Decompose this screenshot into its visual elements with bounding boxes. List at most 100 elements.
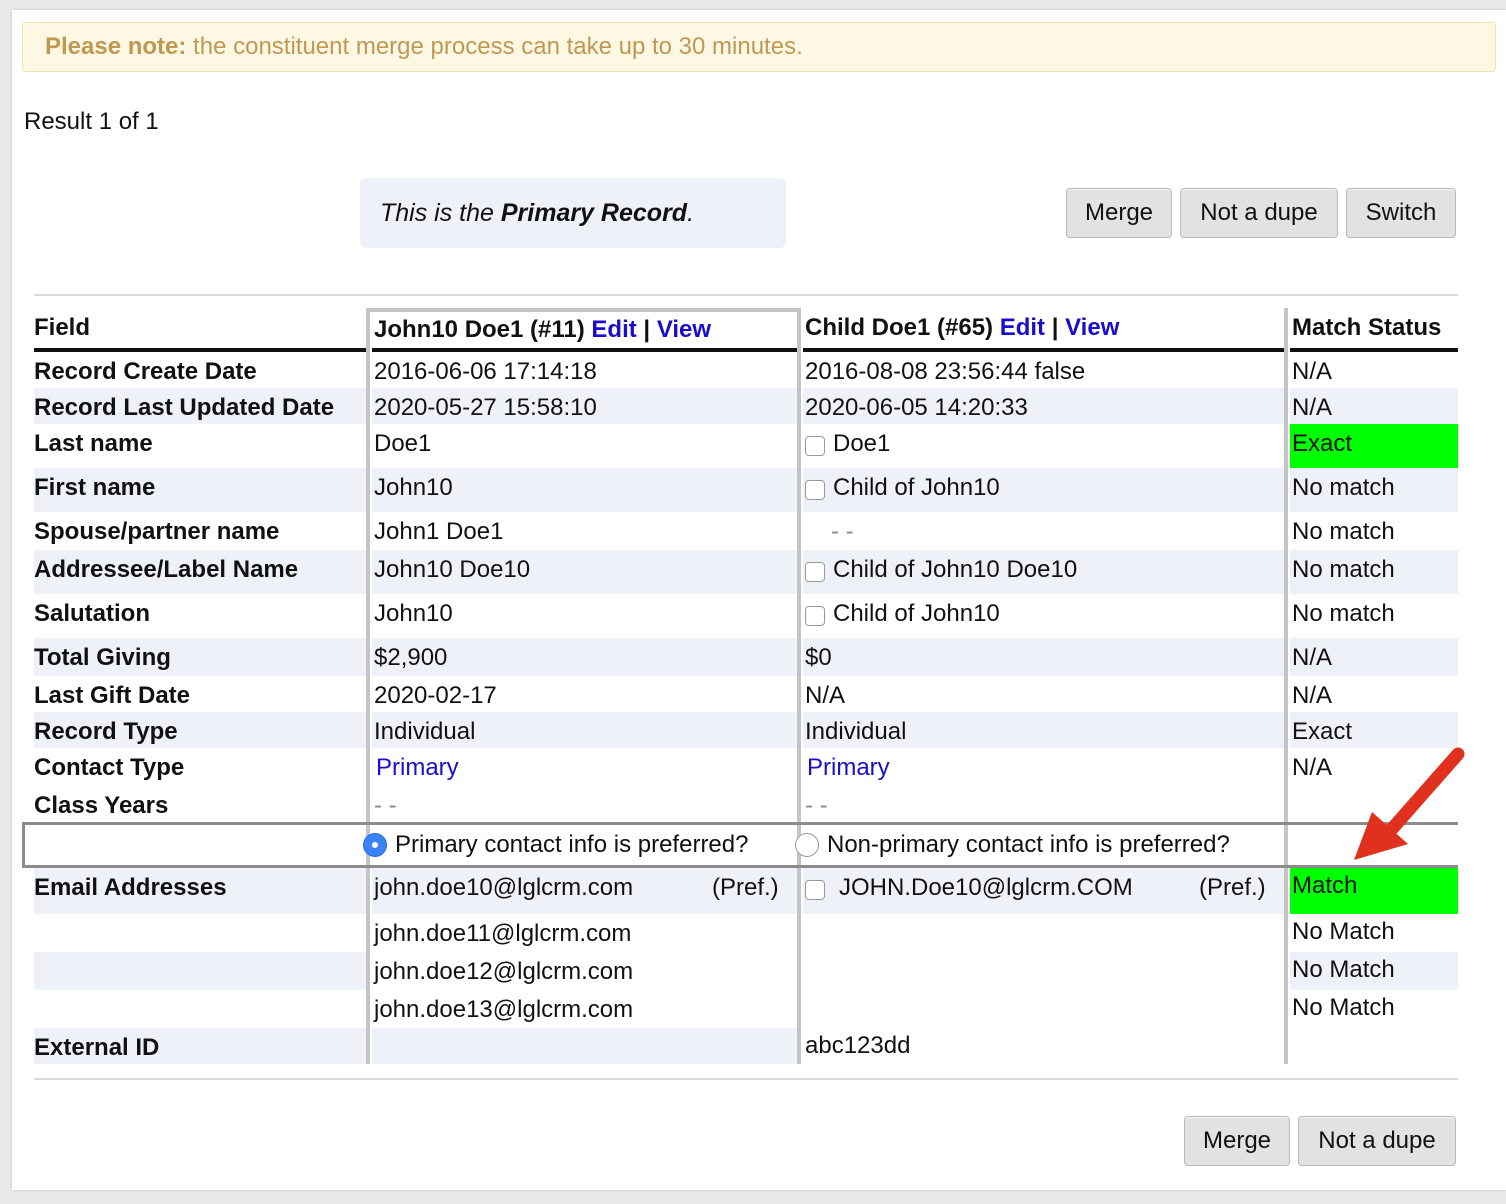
external-id-secondary: abc123dd	[803, 1028, 1284, 1064]
header-field: Field	[34, 312, 366, 352]
row-secondary-value: - -	[831, 518, 854, 545]
row-primary-value: Individual	[372, 712, 797, 748]
email-primary-2: john.doe11@lglcrm.com	[374, 920, 632, 947]
table-row: Record Type Individual Individual Exact	[22, 712, 1458, 748]
email-primary-value: john.doe10@lglcrm.com	[374, 874, 634, 901]
email-secondary-4	[803, 990, 1283, 1028]
table-row: Total Giving $2,900 $0 N/A	[22, 638, 1458, 676]
email-row: john.doe12@lglcrm.com No Match	[22, 952, 1458, 990]
row-secondary-value: - -	[805, 792, 828, 819]
row-field-label: Record Create Date	[34, 358, 257, 385]
header-primary: John10 Doe1 (#11) Edit | View	[372, 312, 797, 352]
table-row: First name John10 Child of John10 No match	[22, 468, 1458, 512]
table-row: Record Create Date 2016-06-06 17:14:18 201…	[22, 352, 1458, 388]
row-secondary-value: Child of John10 Doe10	[803, 550, 1284, 594]
row-secondary-value: Individual	[803, 712, 1284, 748]
email-primary-1: john.doe10@lglcrm.com (Pref.)	[372, 868, 797, 914]
row-secondary-value: 2016-08-08 23:56:44 false	[805, 358, 1086, 385]
row-match-status: N/A	[1290, 388, 1458, 424]
table-row: Spouse/partner name John1 Doe1 - - No match	[22, 512, 1458, 550]
secondary-text: Child of John10	[833, 474, 1000, 501]
row-primary-value: John10 Doe10	[372, 550, 797, 594]
row-secondary-value: Primary	[803, 748, 1284, 786]
row-primary-value: Primary	[372, 748, 797, 786]
secondary-pref-radio[interactable]	[795, 833, 819, 857]
keep-secondary-checkbox[interactable]	[805, 480, 825, 500]
secondary-pref-label: Non-primary contact info is preferred?	[827, 831, 1230, 858]
email-secondary-checkbox[interactable]	[805, 880, 825, 900]
row-field-label: Last name	[34, 430, 153, 457]
row-primary-value: Doe1	[374, 430, 432, 457]
notice-text: the constituent merge process can take u…	[186, 33, 803, 60]
merge-notice: Please note: the constituent merge proce…	[22, 22, 1496, 72]
banner-bold: Primary Record	[500, 199, 688, 227]
primary-edit-link[interactable]: Edit	[591, 316, 636, 343]
email-row: john.doe13@lglcrm.com No Match	[22, 990, 1458, 1028]
row-match-status: N/A	[1292, 358, 1333, 385]
external-id-row: External ID abc123dd	[22, 1028, 1458, 1064]
row-secondary-value: N/A	[805, 682, 846, 709]
email-secondary-1: JOHN.Doe10@lglcrm.COM (Pref.)	[803, 868, 1284, 914]
table-row: Contact Type Primary Primary N/A	[22, 748, 1458, 786]
email-field-empty	[34, 952, 366, 990]
email-match-status-2: No Match	[1292, 918, 1395, 945]
row-secondary-value: Doe1	[803, 424, 1284, 468]
row-field-label: Contact Type	[34, 754, 185, 781]
email-field-label: Email Addresses	[34, 868, 366, 914]
row-field-label: Record Last Updated Date	[34, 388, 366, 424]
secondary-text: Doe1	[833, 430, 891, 457]
not-a-dupe-button-bottom[interactable]: Not a dupe	[1298, 1116, 1456, 1166]
banner-suffix: .	[687, 199, 695, 227]
row-primary-value: John10	[372, 468, 797, 512]
row-match-status: No match	[1290, 468, 1458, 512]
primary-link-sep: |	[643, 316, 651, 343]
email-secondary-value: JOHN.Doe10@lglcrm.COM	[839, 874, 1133, 901]
email-secondary-2	[803, 914, 1283, 952]
row-field-label: Salutation	[34, 600, 151, 627]
secondary-view-link[interactable]: View	[1065, 314, 1119, 341]
switch-button[interactable]: Switch	[1346, 188, 1456, 238]
row-primary-value: John10	[374, 600, 453, 627]
email-field-empty	[34, 914, 368, 952]
email-primary-3: john.doe12@lglcrm.com	[372, 952, 797, 990]
email-secondary-pref: (Pref.)	[1199, 874, 1266, 901]
header-secondary: Child Doe1 (#65) Edit | View	[803, 312, 1284, 352]
email-secondary-3	[803, 952, 1284, 990]
keep-secondary-checkbox[interactable]	[805, 606, 825, 626]
email-match-status-3: No Match	[1290, 952, 1458, 990]
table-row: Class Years - - - -	[22, 786, 1458, 822]
notice-bold: Please note:	[45, 33, 187, 60]
secondary-pref-option[interactable]: Non-primary contact info is preferred?	[795, 831, 1230, 859]
keep-secondary-checkbox[interactable]	[805, 436, 825, 456]
row-primary-value: 2016-06-06 17:14:18	[374, 358, 597, 385]
external-id-primary	[372, 1028, 797, 1064]
contact-type-link[interactable]: Primary	[807, 754, 890, 781]
table-row: Last Gift Date 2020-02-17 N/A N/A	[22, 676, 1458, 712]
secondary-edit-link[interactable]: Edit	[1000, 314, 1045, 341]
merge-button-top[interactable]: Merge	[1066, 188, 1172, 238]
row-field-label: Addressee/Label Name	[34, 550, 366, 594]
secondary-text: Child of John10	[833, 600, 1000, 627]
table-header-row: Field John10 Doe1 (#11) Edit | View Chil…	[22, 312, 1458, 352]
email-match-status-4: No Match	[1292, 994, 1395, 1021]
red-arrow-icon	[1354, 747, 1465, 860]
table-row: Salutation John10 Child of John10 No match	[22, 594, 1458, 638]
row-match-status: No match	[1292, 600, 1395, 627]
primary-view-link[interactable]: View	[657, 316, 711, 343]
not-a-dupe-button-top[interactable]: Not a dupe	[1180, 188, 1338, 238]
row-field-label: Total Giving	[34, 638, 366, 676]
row-field-label: Class Years	[34, 792, 169, 819]
external-id-match	[1290, 1028, 1458, 1064]
primary-pref-option[interactable]: Primary contact info is preferred?	[363, 831, 748, 859]
primary-pref-radio[interactable]	[363, 833, 387, 857]
secondary-record-name: Child Doe1 (#65)	[805, 314, 994, 341]
row-secondary-value: Child of John10	[803, 594, 1284, 638]
row-match-status: N/A	[1292, 682, 1333, 709]
table-row: Last name Doe1 Doe1 Exact	[22, 424, 1458, 468]
merge-button-bottom[interactable]: Merge	[1184, 1116, 1290, 1166]
contact-type-link[interactable]: Primary	[376, 754, 459, 781]
row-field-label: First name	[34, 468, 366, 512]
primary-record-name: John10 Doe1 (#11)	[374, 316, 585, 343]
secondary-link-sep: |	[1051, 314, 1059, 341]
keep-secondary-checkbox[interactable]	[805, 562, 825, 582]
